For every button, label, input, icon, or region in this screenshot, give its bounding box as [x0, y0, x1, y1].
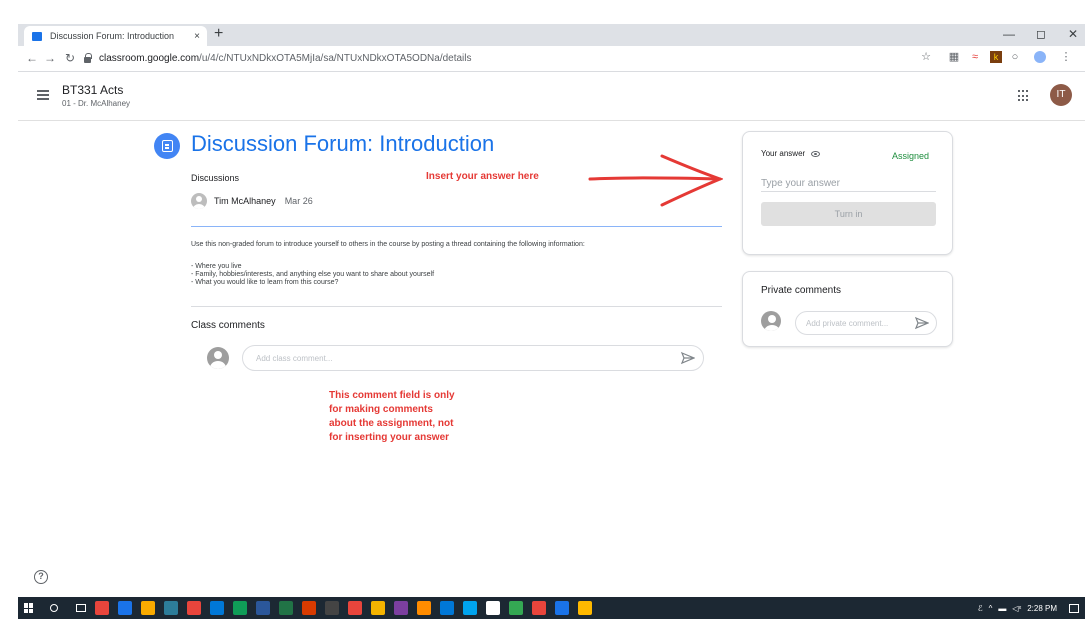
back-arrow-icon[interactable]: ←: [24, 50, 40, 66]
task-view-icon[interactable]: [76, 604, 86, 612]
google-apps-icon[interactable]: [1018, 90, 1030, 102]
course-title[interactable]: BT331 Acts: [62, 83, 123, 97]
taskbar-app-icon[interactable]: [325, 601, 339, 615]
taskbar-app-icon[interactable]: [417, 601, 431, 615]
classroom-favicon-icon: [32, 31, 42, 41]
taskbar-app-icon[interactable]: [210, 601, 224, 615]
browser-tab-strip: Discussion Forum: Introduction × + — ◻ ✕: [18, 24, 1085, 46]
url-host: classroom.google.com: [99, 53, 200, 64]
classroom-header: BT331 Acts 01 - Dr. McAlhaney IT: [18, 73, 1085, 121]
status-badge: Assigned: [892, 151, 930, 161]
divider: [191, 306, 722, 307]
annotation-comment-note: This comment field is only for making co…: [329, 390, 455, 443]
search-icon[interactable]: [50, 604, 58, 612]
taskbar-app-icon[interactable]: [555, 601, 569, 615]
menu-icon[interactable]: [37, 90, 49, 100]
class-comments-heading: Class comments: [191, 320, 265, 331]
system-tray: ℰ ^ ▬ ◁ˣ 2:28 PM: [978, 603, 1085, 613]
extension-icon[interactable]: ≈: [969, 51, 981, 63]
taskbar-app-icon[interactable]: [233, 601, 247, 615]
taskbar-app-icon[interactable]: [463, 601, 477, 615]
extension-icon[interactable]: k: [990, 51, 1002, 63]
private-comments-card: Private comments Add private comment...: [742, 271, 953, 347]
people-icon[interactable]: ℰ: [978, 604, 983, 613]
menu-kebab-icon[interactable]: ⋮: [1060, 51, 1072, 63]
windows-taskbar: ℰ ^ ▬ ◁ˣ 2:28 PM: [18, 597, 1085, 619]
help-icon[interactable]: ?: [34, 570, 48, 584]
reload-icon[interactable]: ↻: [62, 50, 78, 66]
network-icon[interactable]: ▬: [998, 604, 1006, 613]
browser-toolbar: ← → ↻ classroom.google.com/u/4/c/NTUxNDk…: [18, 46, 1085, 72]
private-comments-heading: Private comments: [761, 285, 842, 296]
eye-icon: [811, 150, 821, 157]
bullet-item: - What you would like to learn from this…: [191, 279, 339, 286]
taskbar-app-icon[interactable]: [532, 601, 546, 615]
your-answer-card: Your answer Assigned Turn in: [742, 131, 953, 255]
extension-icon[interactable]: ▦: [948, 51, 960, 63]
chevron-up-icon[interactable]: ^: [989, 604, 993, 613]
post-bullets: - Where you live - Family, hobbies/inter…: [191, 263, 434, 287]
taskbar-app-icon[interactable]: [256, 601, 270, 615]
assignment-icon: [154, 133, 180, 159]
windows-start-icon[interactable]: [24, 603, 34, 613]
extension-icon[interactable]: ○: [1009, 51, 1021, 63]
author-row: Tim McAlhaney Mar 26: [191, 193, 313, 209]
post-category: Discussions: [191, 173, 240, 183]
taskbar-app-icon[interactable]: [578, 601, 592, 615]
answer-input[interactable]: [761, 175, 936, 192]
taskbar-app-icon[interactable]: [509, 601, 523, 615]
taskbar-app-icon[interactable]: [302, 601, 316, 615]
author-name: Tim McAlhaney: [214, 196, 276, 206]
course-subtitle: 01 - Dr. McAlhaney: [62, 99, 131, 108]
annotation-insert-answer: Insert your answer here: [426, 171, 539, 182]
forward-arrow-icon[interactable]: →: [42, 50, 58, 66]
clock[interactable]: 2:28 PM: [1027, 604, 1057, 613]
taskbar-apps: [86, 601, 592, 615]
taskbar-app-icon[interactable]: [440, 601, 454, 615]
account-avatar[interactable]: IT: [1050, 84, 1072, 106]
taskbar-app-icon[interactable]: [348, 601, 362, 615]
profile-icon[interactable]: [1034, 51, 1046, 63]
taskbar-app-icon[interactable]: [141, 601, 155, 615]
page-title: Discussion Forum: Introduction: [191, 131, 495, 156]
taskbar-app-icon[interactable]: [394, 601, 408, 615]
annotation-arrow-icon: [588, 154, 723, 207]
bullet-item: - Where you live: [191, 263, 242, 270]
maximize-icon[interactable]: ◻: [1036, 24, 1046, 44]
close-window-icon[interactable]: ✕: [1068, 24, 1078, 44]
user-avatar: [761, 311, 781, 331]
taskbar-app-icon[interactable]: [486, 601, 500, 615]
taskbar-app-icon[interactable]: [279, 601, 293, 615]
send-icon[interactable]: [681, 351, 695, 365]
bookmark-star-icon[interactable]: ☆: [920, 51, 932, 63]
user-avatar: [207, 347, 229, 369]
taskbar-app-icon[interactable]: [187, 601, 201, 615]
turn-in-button[interactable]: Turn in: [761, 202, 936, 226]
your-answer-label: Your answer: [761, 149, 821, 158]
tab-title: Discussion Forum: Introduction: [50, 31, 175, 41]
minimize-icon[interactable]: —: [1003, 24, 1015, 44]
volume-icon[interactable]: ◁ˣ: [1012, 604, 1021, 613]
lock-icon: [84, 52, 92, 63]
tab-close-icon[interactable]: ×: [191, 31, 203, 42]
post-description: Use this non-graded forum to introduce y…: [191, 241, 585, 248]
send-icon[interactable]: [915, 316, 929, 330]
new-tab-button[interactable]: +: [214, 24, 223, 44]
taskbar-app-icon[interactable]: [164, 601, 178, 615]
divider: [191, 226, 722, 227]
taskbar-app-icon[interactable]: [118, 601, 132, 615]
author-avatar: [191, 193, 207, 209]
taskbar-app-icon[interactable]: [95, 601, 109, 615]
class-comment-input[interactable]: Add class comment...: [242, 345, 704, 371]
post-date: Mar 26: [284, 196, 313, 206]
taskbar-app-icon[interactable]: [371, 601, 385, 615]
bullet-item: - Family, hobbies/interests, and anythin…: [191, 271, 435, 278]
address-bar[interactable]: classroom.google.com/u/4/c/NTUxNDkxOTA5M…: [84, 49, 1084, 68]
browser-tab[interactable]: Discussion Forum: Introduction ×: [24, 26, 207, 46]
notification-icon[interactable]: [1069, 603, 1079, 613]
url-path: /u/4/c/NTUxNDkxOTA5MjIa/sa/NTUxNDkxOTA5O…: [199, 53, 472, 64]
